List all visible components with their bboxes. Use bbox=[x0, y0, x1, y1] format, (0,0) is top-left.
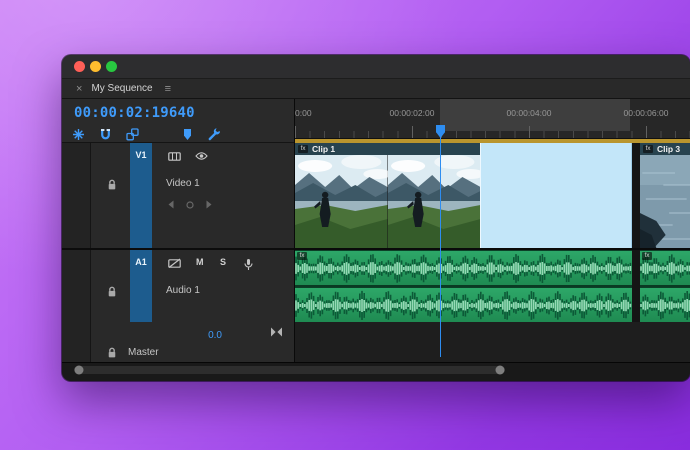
solo-track-button[interactable]: S bbox=[220, 257, 226, 267]
clip-thumbnails bbox=[640, 155, 690, 248]
track-lock-icon[interactable] bbox=[106, 179, 118, 191]
ruler-label: 00:00:04:00 bbox=[506, 108, 552, 118]
timeline-header: 00:00:02:19640 bbox=[62, 99, 294, 143]
window-footer bbox=[62, 376, 690, 381]
voiceover-mic-icon[interactable] bbox=[244, 258, 253, 271]
video-track-lane: fx Clip 1 fx Clip 3 bbox=[295, 143, 690, 248]
fx-badge-icon[interactable]: fx bbox=[643, 145, 653, 153]
audio-track-header: A1 M S Audio 1 bbox=[62, 250, 294, 322]
minimize-window-button[interactable] bbox=[90, 61, 101, 72]
zoom-scrollbar-handle[interactable] bbox=[74, 365, 505, 374]
timeline-scrollbar bbox=[62, 362, 690, 376]
master-track-header: 0.0 Master bbox=[62, 322, 294, 362]
track-lock-icon[interactable] bbox=[106, 347, 118, 359]
add-keyframe-icon[interactable] bbox=[186, 200, 194, 209]
video-clip-3[interactable]: fx Clip 3 bbox=[640, 143, 690, 248]
ruler-major-ticks bbox=[295, 126, 690, 138]
fx-badge-icon[interactable]: fx bbox=[298, 145, 308, 153]
nest-icon[interactable] bbox=[72, 128, 85, 141]
panel-tabbar: × My Sequence ≡ bbox=[62, 79, 690, 99]
track-header-gutter bbox=[62, 143, 91, 248]
toggle-track-output-eye-icon[interactable] bbox=[195, 151, 208, 161]
timeline-settings-icon[interactable] bbox=[208, 128, 221, 141]
zoom-window-button[interactable] bbox=[106, 61, 117, 72]
playhead[interactable] bbox=[436, 125, 445, 357]
track-lock-icon[interactable] bbox=[106, 286, 118, 298]
previous-keyframe-icon[interactable] bbox=[168, 200, 174, 209]
app-window: × My Sequence ≡ 00:00:02:19640 V1 Video … bbox=[62, 55, 690, 381]
sync-lock-icon[interactable] bbox=[168, 258, 181, 269]
clip-thumbnail bbox=[295, 155, 392, 248]
video-clip-1[interactable]: fx Clip 1 bbox=[295, 143, 485, 248]
timeline-toolbar bbox=[72, 128, 221, 141]
audio-channel-left bbox=[295, 250, 632, 285]
track-header-gutter bbox=[62, 250, 91, 322]
audio-channel-right bbox=[295, 287, 632, 322]
audio-clip-1[interactable]: fx bbox=[295, 250, 632, 322]
master-volume-value[interactable]: 0.0 bbox=[172, 330, 222, 341]
desktop-background: × My Sequence ≡ 00:00:02:19640 V1 Video … bbox=[0, 0, 690, 450]
mute-track-button[interactable]: M bbox=[196, 257, 204, 267]
panel-menu-icon[interactable]: ≡ bbox=[165, 83, 171, 95]
clip-thumbnail bbox=[640, 155, 690, 248]
audio-track-name: Audio 1 bbox=[166, 285, 200, 296]
video-track-target-button[interactable]: V1 bbox=[130, 143, 152, 248]
playhead-line bbox=[439, 136, 442, 357]
video-track-name: Video 1 bbox=[166, 178, 200, 189]
panel-close-button[interactable]: × bbox=[76, 83, 82, 95]
zoom-handle-left-knob[interactable] bbox=[74, 365, 84, 374]
keyframe-navigator bbox=[168, 200, 212, 209]
clip-label: Clip 1 bbox=[312, 144, 336, 154]
window-titlebar[interactable] bbox=[62, 55, 690, 79]
clip-title-bar: fx Clip 1 bbox=[295, 143, 480, 155]
ruler-label: 00:00:00 bbox=[295, 108, 312, 118]
linked-selection-icon[interactable] bbox=[126, 128, 139, 141]
zoom-handle-right-knob[interactable] bbox=[495, 365, 505, 374]
clip-label: Clip 3 bbox=[657, 144, 681, 154]
sequence-tab[interactable]: My Sequence bbox=[91, 83, 152, 94]
add-marker-icon[interactable] bbox=[181, 128, 194, 141]
ruler-label: 00:00:02:00 bbox=[389, 108, 435, 118]
fit-bowtie-icon[interactable] bbox=[270, 327, 283, 337]
ruler-label: 00:00:06:00 bbox=[623, 108, 669, 118]
timeline-area: 00:00:00 00:00:02:00 00:00:04:00 00:00:0… bbox=[295, 99, 690, 362]
video-track-header: V1 Video 1 bbox=[62, 143, 294, 248]
audio-track-target-button[interactable]: A1 bbox=[130, 250, 152, 322]
fx-badge-icon[interactable]: fx bbox=[642, 252, 652, 260]
master-track-name: Master bbox=[128, 347, 159, 358]
clip-thumbnails bbox=[295, 155, 485, 248]
next-keyframe-icon[interactable] bbox=[206, 200, 212, 209]
master-track-lane bbox=[295, 322, 690, 362]
snap-icon[interactable] bbox=[99, 128, 112, 141]
fx-badge-icon[interactable]: fx bbox=[297, 252, 307, 260]
audio-track-lane: fx fx bbox=[295, 250, 690, 322]
close-window-button[interactable] bbox=[74, 61, 85, 72]
time-ruler[interactable]: 00:00:00 00:00:02:00 00:00:04:00 00:00:0… bbox=[295, 99, 690, 139]
clip-title-bar: fx Clip 3 bbox=[640, 143, 690, 155]
audio-channel-right bbox=[640, 287, 690, 322]
sync-lock-icon[interactable] bbox=[168, 151, 181, 162]
track-header-gutter bbox=[62, 322, 91, 362]
track-headers-panel: 00:00:02:19640 V1 Video 1 A1 M S Audio 1… bbox=[62, 99, 295, 362]
video-clip-2-selected[interactable] bbox=[480, 143, 632, 248]
audio-clip-3[interactable]: fx bbox=[640, 250, 690, 322]
playhead-timecode[interactable]: 00:00:02:19640 bbox=[74, 105, 195, 121]
clip-thumbnail bbox=[387, 155, 485, 248]
